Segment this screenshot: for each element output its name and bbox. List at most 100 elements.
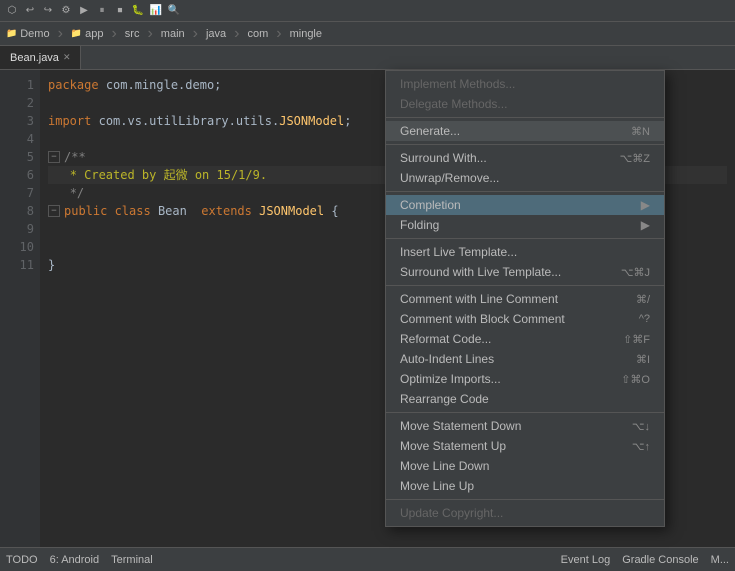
auto-indent-label: Auto-Indent Lines bbox=[400, 352, 616, 366]
generate-shortcut: ⌘N bbox=[631, 125, 650, 138]
surround-with-label: Surround With... bbox=[400, 151, 600, 165]
menu-item-implement-methods[interactable]: Implement Methods... bbox=[386, 74, 664, 94]
gradle-console-label: Gradle Console bbox=[622, 554, 698, 566]
unwrap-remove-label: Unwrap/Remove... bbox=[400, 171, 650, 185]
reformat-code-shortcut: ⇧⌘F bbox=[623, 333, 650, 346]
status-gradle-console[interactable]: Gradle Console bbox=[622, 554, 698, 566]
fold-icon-5[interactable]: − bbox=[48, 151, 60, 163]
optimize-imports-shortcut: ⇧⌘O bbox=[621, 373, 650, 386]
project-bar: 📁 Demo › 📁 app › src › main › java › com… bbox=[0, 22, 735, 46]
surround-live-template-label: Surround with Live Template... bbox=[400, 265, 601, 279]
menu-item-generate[interactable]: Generate... ⌘N bbox=[386, 121, 664, 141]
toolbar-icon-6[interactable]: ⏸ bbox=[94, 3, 110, 19]
android-label: 6: Android bbox=[50, 554, 100, 566]
folding-arrow-icon: ▶ bbox=[641, 218, 650, 232]
comment-line-shortcut: ⌘/ bbox=[636, 293, 650, 306]
move-line-up-label: Move Line Up bbox=[400, 479, 650, 493]
menu-item-move-line-up[interactable]: Move Line Up bbox=[386, 476, 664, 496]
toolbar: ⬡ ↩ ↪ ⚙ ▶ ⏸ ⏹ 🐛 📊 🔍 bbox=[0, 0, 735, 22]
project-item-mingle[interactable]: mingle bbox=[290, 28, 322, 40]
status-terminal[interactable]: Terminal bbox=[111, 554, 153, 566]
menu-separator-1 bbox=[386, 117, 664, 118]
project-item-demo[interactable]: 📁 Demo bbox=[6, 28, 50, 40]
menu-item-auto-indent[interactable]: Auto-Indent Lines ⌘I bbox=[386, 349, 664, 369]
tab-label: Bean.java bbox=[10, 52, 59, 64]
todo-label: TODO bbox=[6, 554, 38, 566]
generate-label: Generate... bbox=[400, 124, 611, 138]
toolbar-icon-7[interactable]: ⏹ bbox=[112, 3, 128, 19]
menu-item-surround-live-template[interactable]: Surround with Live Template... ⌥⌘J bbox=[386, 262, 664, 282]
toolbar-icon-2[interactable]: ↩ bbox=[22, 3, 38, 19]
tab-bar: Bean.java ✕ bbox=[0, 46, 735, 70]
menu-separator-3 bbox=[386, 191, 664, 192]
menu-item-reformat-code[interactable]: Reformat Code... ⇧⌘F bbox=[386, 329, 664, 349]
toolbar-icon-5[interactable]: ▶ bbox=[76, 3, 92, 19]
menu-item-move-line-down[interactable]: Move Line Down bbox=[386, 456, 664, 476]
menu-item-completion[interactable]: Completion ▶ bbox=[386, 195, 664, 215]
menu-separator-2 bbox=[386, 144, 664, 145]
project-item-com[interactable]: com bbox=[247, 28, 268, 40]
status-android[interactable]: 6: Android bbox=[50, 554, 100, 566]
menu-item-move-statement-down[interactable]: Move Statement Down ⌥↓ bbox=[386, 416, 664, 436]
toolbar-icon-1[interactable]: ⬡ bbox=[4, 3, 20, 19]
surround-live-template-shortcut: ⌥⌘J bbox=[621, 266, 650, 279]
tab-bean-java[interactable]: Bean.java ✕ bbox=[0, 46, 81, 69]
menu-item-delegate-methods[interactable]: Delegate Methods... bbox=[386, 94, 664, 114]
surround-with-shortcut: ⌥⌘Z bbox=[620, 152, 650, 165]
demo-icon: 📁 bbox=[6, 28, 17, 39]
completion-arrow-icon: ▶ bbox=[641, 198, 650, 212]
menu-item-optimize-imports[interactable]: Optimize Imports... ⇧⌘O bbox=[386, 369, 664, 389]
more-label: M... bbox=[711, 554, 729, 566]
project-item-java[interactable]: java bbox=[206, 28, 226, 40]
menu-item-update-copyright[interactable]: Update Copyright... bbox=[386, 503, 664, 523]
project-item-src[interactable]: src bbox=[125, 28, 140, 40]
terminal-label: Terminal bbox=[111, 554, 153, 566]
status-todo[interactable]: TODO bbox=[6, 554, 38, 566]
comment-line-label: Comment with Line Comment bbox=[400, 292, 616, 306]
completion-label: Completion bbox=[400, 198, 635, 212]
rearrange-code-label: Rearrange Code bbox=[400, 392, 650, 406]
move-line-down-label: Move Line Down bbox=[400, 459, 650, 473]
project-item-main[interactable]: main bbox=[161, 28, 185, 40]
folding-label: Folding bbox=[400, 218, 635, 232]
menu-separator-7 bbox=[386, 499, 664, 500]
status-more[interactable]: M... bbox=[711, 554, 729, 566]
editor-area: 1 2 3 4 5 6 7 8 9 10 11 package com.ming… bbox=[0, 70, 735, 547]
reformat-code-label: Reformat Code... bbox=[400, 332, 603, 346]
move-statement-down-label: Move Statement Down bbox=[400, 419, 612, 433]
menu-item-comment-line[interactable]: Comment with Line Comment ⌘/ bbox=[386, 289, 664, 309]
menu-item-insert-live-template[interactable]: Insert Live Template... bbox=[386, 242, 664, 262]
comment-block-shortcut: ^? bbox=[639, 313, 650, 325]
move-statement-up-label: Move Statement Up bbox=[400, 439, 612, 453]
status-event-log[interactable]: Event Log bbox=[561, 554, 611, 566]
toolbar-icon-3[interactable]: ↪ bbox=[40, 3, 56, 19]
move-statement-up-shortcut: ⌥↑ bbox=[632, 440, 650, 453]
menu-item-comment-block[interactable]: Comment with Block Comment ^? bbox=[386, 309, 664, 329]
event-log-label: Event Log bbox=[561, 554, 611, 566]
context-menu: Implement Methods... Delegate Methods...… bbox=[385, 70, 665, 527]
project-item-app[interactable]: 📁 app bbox=[71, 28, 104, 40]
toolbar-icon-10[interactable]: 🔍 bbox=[166, 3, 182, 19]
menu-item-unwrap-remove[interactable]: Unwrap/Remove... bbox=[386, 168, 664, 188]
status-bar: TODO 6: Android Terminal Event Log Gradl… bbox=[0, 547, 735, 571]
menu-separator-5 bbox=[386, 285, 664, 286]
menu-separator-4 bbox=[386, 238, 664, 239]
move-statement-down-shortcut: ⌥↓ bbox=[632, 420, 650, 433]
toolbar-icon-4[interactable]: ⚙ bbox=[58, 3, 74, 19]
comment-block-label: Comment with Block Comment bbox=[400, 312, 619, 326]
optimize-imports-label: Optimize Imports... bbox=[400, 372, 601, 386]
insert-live-template-label: Insert Live Template... bbox=[400, 245, 650, 259]
delegate-methods-label: Delegate Methods... bbox=[400, 97, 650, 111]
menu-item-rearrange-code[interactable]: Rearrange Code bbox=[386, 389, 664, 409]
toolbar-icon-9[interactable]: 📊 bbox=[148, 3, 164, 19]
menu-item-move-statement-up[interactable]: Move Statement Up ⌥↑ bbox=[386, 436, 664, 456]
toolbar-icon-8[interactable]: 🐛 bbox=[130, 3, 146, 19]
implement-methods-label: Implement Methods... bbox=[400, 77, 650, 91]
menu-item-surround-with[interactable]: Surround With... ⌥⌘Z bbox=[386, 148, 664, 168]
menu-item-folding[interactable]: Folding ▶ bbox=[386, 215, 664, 235]
tab-close-button[interactable]: ✕ bbox=[63, 52, 71, 63]
fold-icon-8[interactable]: − bbox=[48, 205, 60, 217]
update-copyright-label: Update Copyright... bbox=[400, 506, 650, 520]
menu-separator-6 bbox=[386, 412, 664, 413]
app-icon: 📁 bbox=[71, 28, 82, 39]
